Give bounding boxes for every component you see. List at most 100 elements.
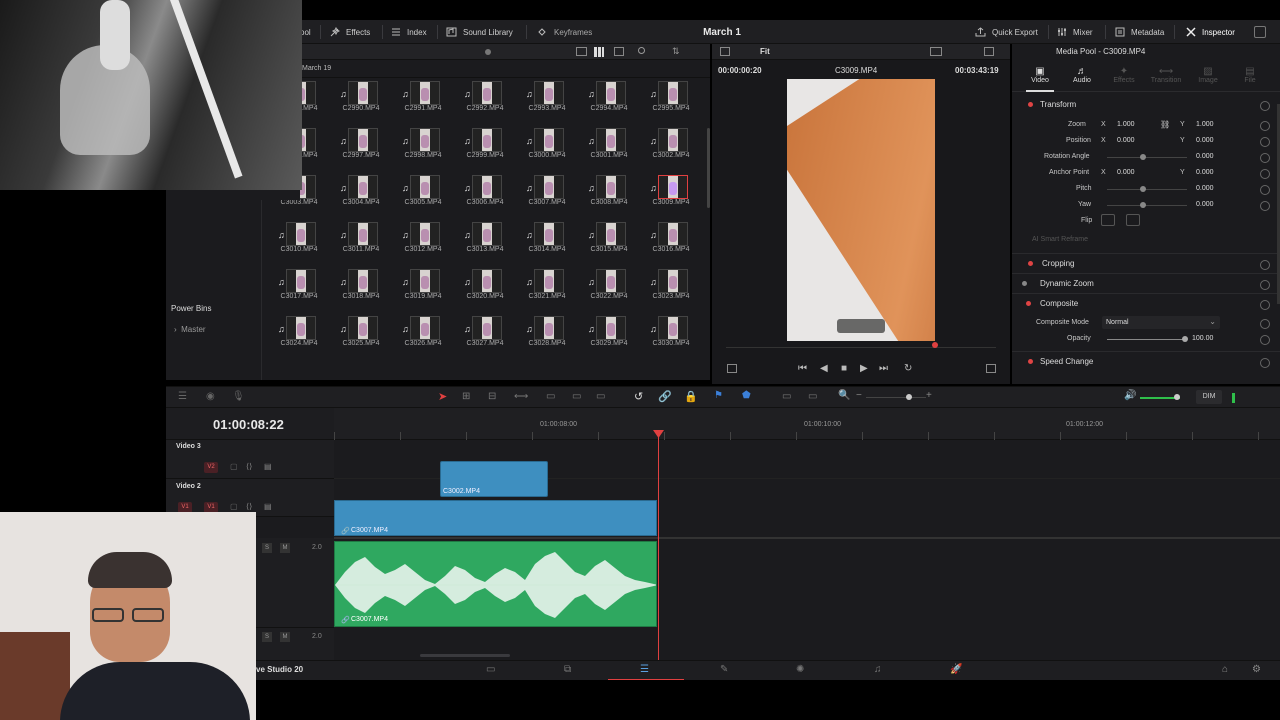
opacity-slider[interactable] [1107,339,1187,340]
rotation-slider-handle[interactable] [1140,154,1146,160]
fairlight-page-icon[interactable]: ♫ [874,664,882,675]
trim-tool-icon[interactable]: ⊞ [462,391,470,402]
inspector-tab-transition[interactable]: ⟷ Transition [1146,66,1186,84]
anchor-x-field[interactable]: 0.000 [1117,169,1135,176]
composite-mode-reset-icon[interactable] [1260,319,1270,329]
zoom-y-field[interactable]: 1.000 [1196,121,1214,128]
composite-reset-icon[interactable] [1260,300,1270,310]
playhead-line[interactable] [658,432,659,660]
list-view-icon[interactable] [576,47,587,56]
volume-slider-handle[interactable] [1174,394,1180,400]
zoom-detail-icon[interactable]: ▭ [808,391,817,402]
keyframes-tab[interactable]: Keyframes [536,20,592,44]
opacity-field[interactable]: 100.00 [1192,335,1213,342]
index-tab[interactable]: Index [391,20,427,44]
media-clip-thumbnail[interactable]: ♫ C3021.MP4 [524,266,570,310]
media-clip-thumbnail[interactable]: ♫ C3029.MP4 [586,313,632,357]
media-clip-thumbnail[interactable]: ♫ C3004.MP4 [338,172,384,216]
expand-icon[interactable] [1254,26,1266,38]
blade-tool-icon[interactable]: ⟷ [514,391,528,402]
yaw-field[interactable]: 0.000 [1196,201,1214,208]
timeline-clip-v2[interactable]: C3002.MP4 [440,461,548,497]
flip-vertical-icon[interactable] [1126,214,1140,226]
flag-icon[interactable]: ⚑ [714,390,723,401]
sort-icon[interactable]: ⇅ [672,46,680,57]
selection-tool-icon[interactable]: ➤ [438,390,447,403]
viewer-overlay-controls[interactable] [837,319,885,333]
fullscreen-icon[interactable] [986,364,996,373]
opacity-reset-icon[interactable] [1260,335,1270,345]
edit-page-tab[interactable]: ☰ [608,661,684,681]
timeline-ruler[interactable]: 01:00:08:00 01:00:10:00 01:00:12:00 [334,408,1280,440]
yaw-slider[interactable] [1107,205,1187,206]
v1-auto-select-icon[interactable]: ⟨⟩ [246,502,252,511]
v2-auto-select-icon[interactable]: ⟨⟩ [246,462,252,471]
marker-icon[interactable]: ⬟ [742,390,751,401]
quick-export-button[interactable]: Quick Export [975,20,1038,44]
position-x-field[interactable]: 0.000 [1117,137,1135,144]
media-clip-thumbnail[interactable]: ♫ C3013.MP4 [462,219,508,263]
speed-change-section-header[interactable]: Speed Change [1012,351,1280,371]
anchor-y-field[interactable]: 0.000 [1196,169,1214,176]
linked-selection-icon[interactable]: 🔗 [658,390,672,403]
inspector-tab-file[interactable]: ▤ File [1230,66,1270,84]
inspector-tab-audio[interactable]: ♬ Audio [1062,66,1102,84]
pitch-slider[interactable] [1107,189,1187,190]
media-page-icon[interactable]: ▭ [486,664,495,675]
anchor-reset-icon[interactable] [1260,169,1270,179]
a1-solo-button[interactable]: S [262,543,272,553]
timeline-options-icon[interactable]: ☰ [178,391,187,402]
media-clip-thumbnail[interactable]: ♫ C3006.MP4 [462,172,508,216]
zoom-custom-icon[interactable]: 🔍 [838,390,850,401]
yaw-slider-handle[interactable] [1140,202,1146,208]
go-to-end-icon[interactable]: ⏭ [879,363,888,374]
viewer-options-icon[interactable] [984,47,994,56]
media-clip-thumbnail[interactable]: ♫ C2994.MP4 [586,78,632,122]
media-clip-thumbnail[interactable]: ♫ C3020.MP4 [462,266,508,310]
viewer-layout-icon[interactable] [720,47,730,56]
dynamic-zoom-enabled-dot[interactable] [1022,281,1027,286]
pitch-field[interactable]: 0.000 [1196,185,1214,192]
yaw-reset-icon[interactable] [1260,201,1270,211]
transform-section-header[interactable]: Transform [1012,96,1280,116]
a2-solo-button[interactable]: S [262,632,272,642]
composite-section-header[interactable]: Composite [1012,293,1280,313]
flip-horizontal-icon[interactable] [1101,214,1115,226]
media-clip-thumbnail[interactable]: ♫ C2999.MP4 [462,125,508,169]
overwrite-clip-icon[interactable]: ▭ [572,391,581,402]
lock-icon[interactable]: 🔒 [684,390,698,403]
grid-view-icon[interactable] [594,47,604,57]
timeline-clip-v1[interactable]: 🔗 C3007.MP4 [334,500,657,536]
zoom-full-icon[interactable]: ▭ [782,391,791,402]
v2-patch-button[interactable]: V2 [204,462,218,473]
media-clip-thumbnail[interactable]: ♫ C2990.MP4 [338,78,384,122]
inspector-tab-image[interactable]: ▨ Image [1188,66,1228,84]
media-clip-thumbnail[interactable]: ♫ C3001.MP4 [586,125,632,169]
cut-page-icon[interactable]: ⧉ [564,664,571,675]
play-reverse-icon[interactable]: ◀ [820,363,828,374]
speed-change-enabled-dot[interactable] [1028,359,1033,364]
media-clip-thumbnail[interactable]: ♫ C3007.MP4 [524,172,570,216]
media-clip-thumbnail[interactable]: ♫ C3016.MP4 [648,219,694,263]
dim-button[interactable]: DIM [1196,390,1222,404]
dynamic-zoom-reset-icon[interactable] [1260,280,1270,290]
zoom-fit-dropdown[interactable]: Fit [760,47,770,56]
media-clip-thumbnail[interactable]: ♫ C2995.MP4 [648,78,694,122]
inspector-tab-video[interactable]: ▣ Video [1020,66,1060,84]
timeline-zoom-handle[interactable] [906,394,912,400]
media-clip-thumbnail[interactable]: ♫ C3012.MP4 [400,219,446,263]
rotation-slider[interactable] [1107,157,1187,158]
timeline-clip-a1[interactable]: 🔗 C3007.MP4 [334,541,657,627]
media-clip-thumbnail[interactable]: ♫ C3002.MP4 [648,125,694,169]
viewer-layout-toggle-icon[interactable] [727,364,737,373]
media-clip-thumbnail[interactable]: ♫ C2997.MP4 [338,125,384,169]
volume-icon[interactable]: 🔊 [1124,390,1136,401]
media-clip-thumbnail[interactable]: ♫ C2991.MP4 [400,78,446,122]
fusion-page-icon[interactable]: ✎ [720,664,728,675]
position-reset-icon[interactable] [1260,137,1270,147]
cropping-reset-icon[interactable] [1260,260,1270,270]
home-icon[interactable]: ⌂ [1222,664,1228,675]
media-clip-thumbnail[interactable]: ♫ C3008.MP4 [586,172,632,216]
v1-toggle-icon[interactable]: ▤ [264,502,272,511]
viewer-scrubber[interactable] [726,347,996,348]
